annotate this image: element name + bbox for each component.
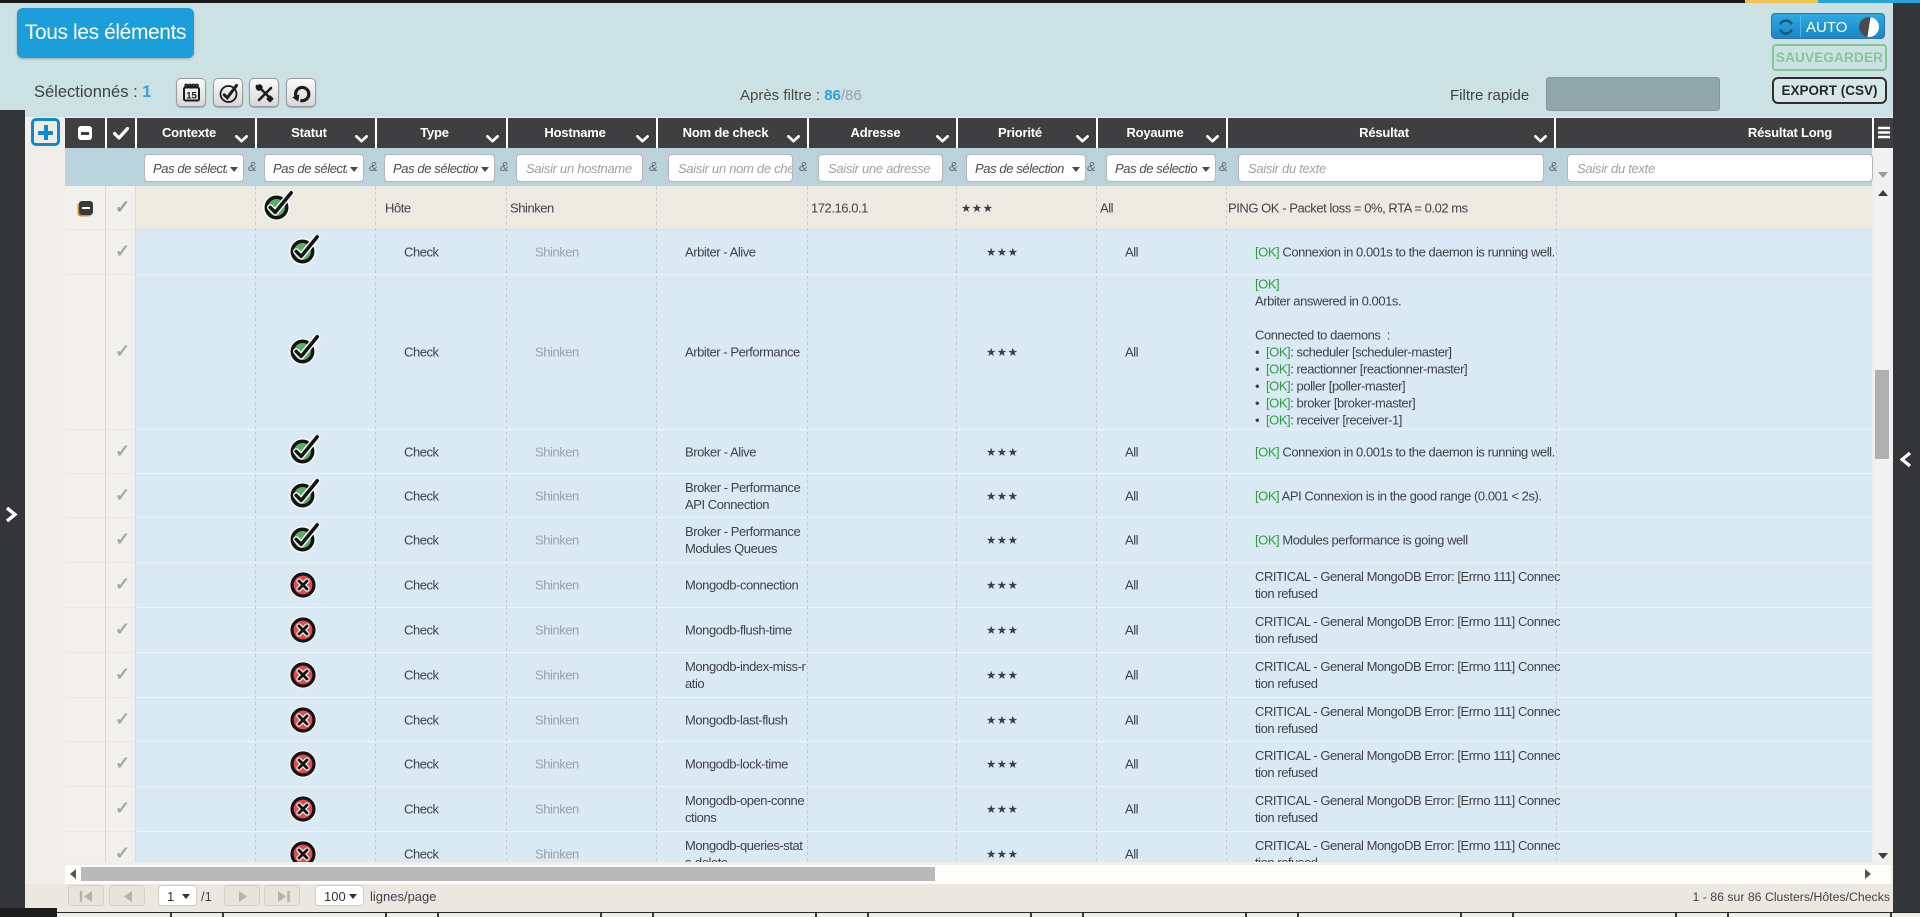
svg-text:15: 15 [186, 91, 197, 102]
